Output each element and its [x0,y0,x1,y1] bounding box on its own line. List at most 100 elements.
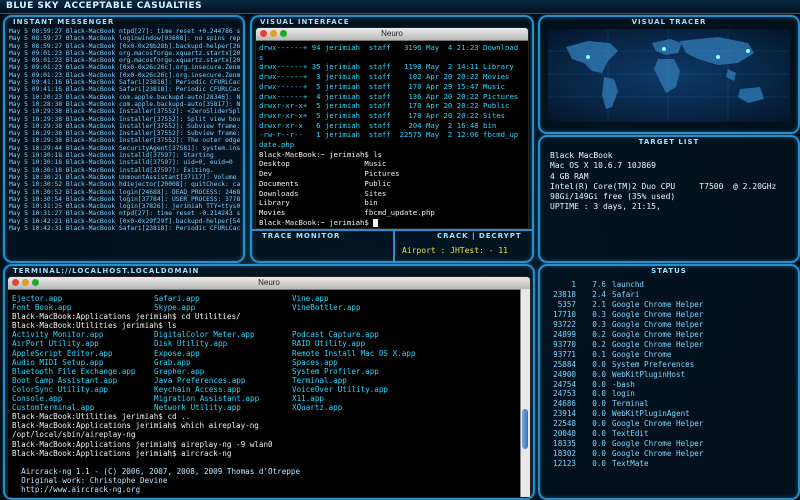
terminal-line: Black-MacBook:~ jerimiah$ ls [259,149,383,159]
process-cpu: 0.0 [592,419,606,429]
process-name: login [612,389,635,399]
terminal-line: Boot Camp Assistant.app Java Preferences.… [12,376,530,385]
im-log-line: May 5 10:30:52 Black-MacBook hdiejector[… [9,181,240,189]
status-panel: STATUS 1 7.6 launchd 23818 2.4 Safari 5357 2.1 G… [538,264,800,500]
terminal-line: drwx------+ 35 jerimiah staff 1190 May 2… [259,62,514,72]
terminal-line: Black-MacBook:Applications jerimiah$ cd … [12,312,241,322]
ls-entry: Remote Install Mac OS X.app [292,348,416,358]
instant-messenger-title: INSTANT MESSENGER [13,18,115,26]
process-pid: 23914 [553,409,576,419]
target-list-panel: TARGET LIST Black MacBook Mac OS X 10.6.7… [538,135,800,263]
process-row: 93771 0.1 Google Chrome [544,350,703,360]
im-log-line: May 5 09:41:16 Black-MacBook Safari[2381… [9,86,240,94]
neuro-top-terminal[interactable]: drwx------+ 94 jerimiah staff 3196 May 4… [256,41,528,228]
im-log-line: May 5 10:29:38 Black-MacBook Installer[3… [9,115,240,123]
im-log-line: May 5 10:29:38 Black-MacBook Installer[3… [9,137,240,145]
trace-monitor-title: TRACE MONITOR [262,232,341,240]
terminal-line: Font Book.app Skype.app VineBottler.app [12,303,530,312]
process-row: 18335 0.0 Google Chrome Helper [544,439,703,449]
terminal-line: AirPort Utility.app Disk Utility.app RAID … [12,339,530,348]
process-pid: 22548 [553,419,576,429]
im-log-line: May 5 10:29:44 Black-MacBook SecurityAge… [9,144,240,152]
terminal-line: Audio MIDI Setup.app Grab.app Spaces.app [12,358,530,367]
divider [252,229,532,231]
ls-entry: AppleScript Editor.app [12,348,113,358]
neuro-terminal-titlebar[interactable]: Neuro [8,277,530,290]
terminal-line: Activity Monitor.app DigitalColor Meter.a… [12,330,530,339]
terminal-scrollbar[interactable] [520,289,530,497]
terminal-line: Library bin [259,198,378,208]
process-name: Google Chrome Helper [612,419,704,429]
terminal-line: Black-MacBook:Applications jerimiah$ whi… [12,421,259,431]
process-cpu: 2.1 [592,299,606,309]
visual-tracer-panel: VISUAL TRACER [538,15,800,134]
world-map[interactable] [548,29,790,122]
im-log: May 5 08:59:27 Black-MacBook ntpd[27]: t… [9,28,240,257]
crack-decrypt-title: CRACK | DECRYPT [437,232,522,240]
terminal-line: Bluetooth File Exchange.app Grapher.app Sy… [12,367,530,376]
terminal-line: Dev Pictures [259,169,400,179]
im-log-line: May 5 08:59:27 Black-MacBook loginwindow… [9,35,240,43]
process-cpu: 0.0 [592,359,606,369]
process-name: Safari [612,289,640,299]
divider [393,229,395,261]
terminal-line: Console.app Migration Assistant.app X11.ap… [12,394,530,403]
neuro-terminal-title: Neuro [258,278,280,287]
neuro-terminal-window[interactable]: Neuro Ejector.app Safari.app Vine.app Font … [7,276,531,498]
process-row: 24686 0.0 Terminal [544,399,703,409]
ls-entry: Skype.app [154,303,196,313]
process-pid: 20040 [553,429,576,439]
process-name: WebKitPluginAgent [612,409,690,419]
target-detail-line: Black MacBook [550,151,613,160]
im-log-line: May 5 10:31:25 Black-MacBook login[37826… [9,203,240,211]
terminal-line: drwx------+ 5 jerimiah staff 170 Apr 29 … [259,81,506,91]
process-row: 23914 0.0 WebKitPluginAgent [544,409,703,419]
terminal-panel: TERMINAL://LOCALHOST.LOCALDOMAIN Neuro E… [3,264,535,500]
process-name: Google Chrome [612,349,672,359]
process-pid: 24900 [553,369,576,379]
terminal-output[interactable]: Ejector.app Safari.app Vine.app Font Book.a… [8,290,530,497]
ls-entry: X11.app [292,394,325,404]
process-pid: 93722 [553,319,576,329]
process-name: Google Chrome Helper [612,439,704,449]
trace-node-icon [716,55,720,59]
process-pid: 23818 [553,289,576,299]
ls-entry: Keychain Access.app [154,384,241,394]
im-log-line: May 5 08:59:27 Black-MacBook ntpd[27]: t… [9,28,240,35]
process-row: 12123 0.0 TextMate [544,459,703,469]
terminal-line: Black-MacBook:Utilities jerimiah$ ls [12,321,177,331]
visual-interface-title: VISUAL INTERFACE [260,18,350,26]
visual-interface-panel: VISUAL INTERFACE Neuro drwx------+ 94 je… [250,15,534,263]
process-cpu: 0.0 [592,399,606,409]
process-pid: 24753 [553,389,576,399]
process-pid: 24686 [553,399,576,409]
ls-entry: AirPort Utility.app [12,339,99,349]
terminal-line: /opt/local/sbin/aireplay-ng [12,430,136,440]
process-pid: 18302 [553,449,576,459]
process-row: 23818 2.4 Safari [544,290,703,300]
ls-entry: VoiceOver Utility.app [292,384,389,394]
neuro-top-titlebar[interactable]: Neuro [256,28,528,41]
target-detail-line: Mac OS X 10.6.7 10J869 [550,161,656,171]
terminal-line: drwxr-xr-x+ 5 jerimiah staff 170 Apr 20 … [259,110,506,120]
terminal-line: drwx------+ 4 jerimiah staff 136 Apr 20 … [259,91,519,101]
process-pid: 1 [571,280,576,289]
im-log-line: May 5 09:01:23 Black-MacBook org.macosfo… [9,49,240,57]
process-row: 5357 2.1 Google Chrome Helper [544,299,704,310]
terminal-line: Original work: Christophe Devine [12,475,168,485]
process-pid: 93770 [553,339,576,349]
neuro-top-window[interactable]: Neuro drwx------+ 94 jerimiah staff 3196… [255,27,529,229]
scrollbar-thumb[interactable] [522,409,528,449]
im-log-line: May 5 10:30:52 Black-MacBook login[24688… [9,188,240,196]
process-cpu: 2.4 [592,289,606,299]
process-name: Google Chrome Helper [612,329,704,339]
ls-entry: Font Book.app [12,303,72,313]
terminal-line: date.php [259,140,295,150]
process-row: 24899 0.2 Google Chrome Helper [544,330,703,340]
terminal-line: drwxr-xr-x 6 jerimiah staff 204 May 2 16… [259,120,497,130]
im-log-line: May 5 10:42:31 Black-MacBook Safari[2381… [9,225,240,233]
target-detail-line: 4 GB RAM [550,171,589,181]
process-row: 93722 0.3 Google Chrome Helper [544,320,703,330]
process-pid: 5357 [557,299,576,309]
